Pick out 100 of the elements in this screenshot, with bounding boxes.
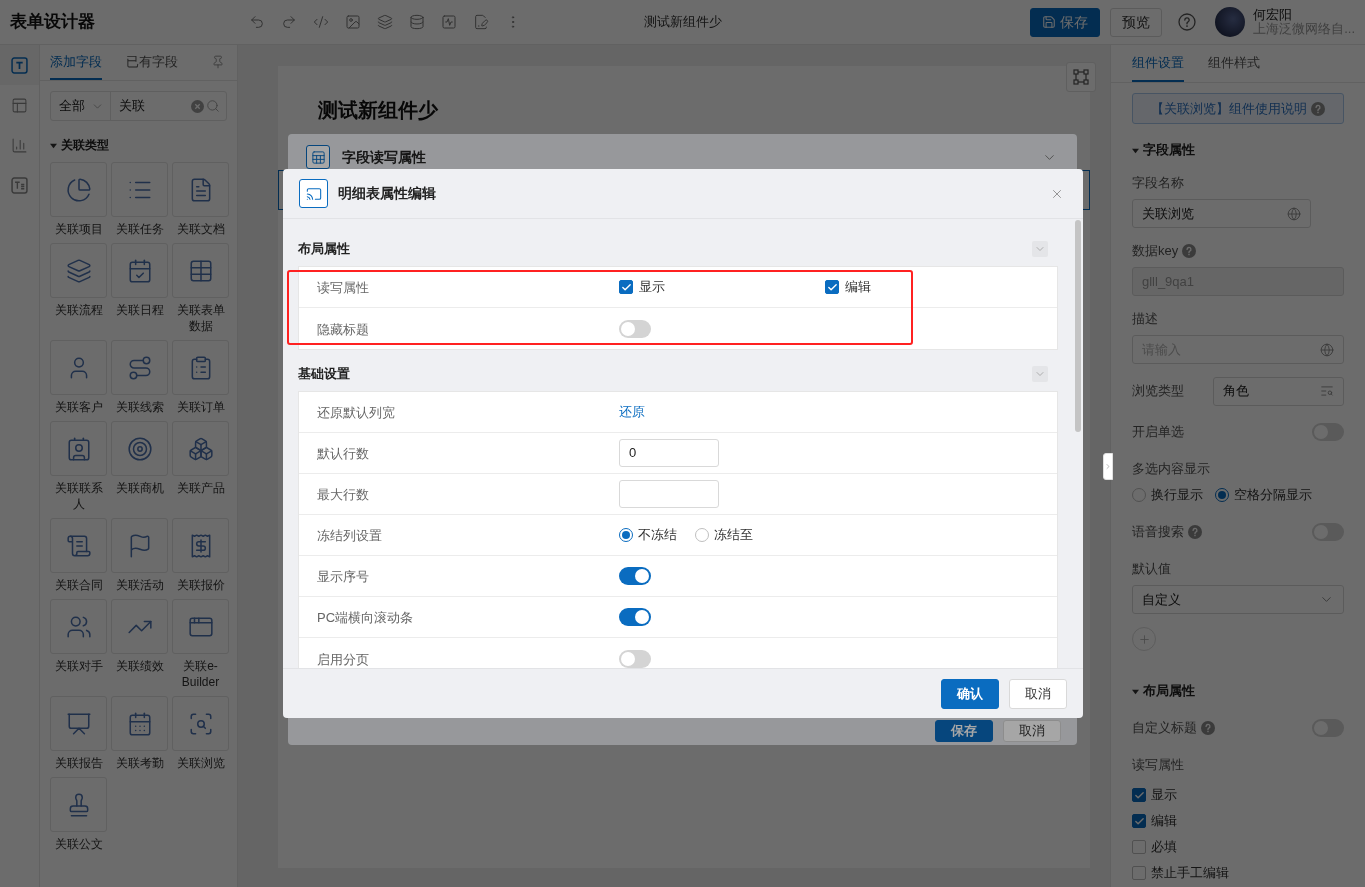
field-type-tile[interactable] — [111, 162, 168, 217]
number-input[interactable] — [619, 480, 719, 508]
cancel-button[interactable]: 取消 — [1009, 678, 1067, 709]
search-icon[interactable] — [206, 99, 220, 113]
field-type-tile[interactable] — [50, 421, 107, 476]
field-type-tile[interactable] — [50, 777, 107, 832]
field-type-tile[interactable] — [111, 243, 168, 298]
field-type-tile[interactable] — [50, 340, 107, 395]
radio-label[interactable]: 空格分隔显示 — [1234, 485, 1312, 505]
help-icon[interactable] — [1311, 101, 1325, 116]
checkbox[interactable] — [619, 280, 633, 294]
radio-button[interactable] — [695, 528, 709, 542]
field-type-tile[interactable] — [50, 162, 107, 217]
checkbox[interactable] — [825, 280, 839, 294]
add-button[interactable] — [1132, 627, 1156, 651]
number-input[interactable]: 0 — [619, 439, 719, 467]
panel-tab[interactable]: 已有字段 — [126, 45, 178, 80]
image-icon[interactable] — [345, 14, 361, 30]
radio-label[interactable]: 不冻结 — [638, 525, 677, 545]
caret-icon[interactable] — [1132, 146, 1139, 154]
default-value-select[interactable]: 自定义 — [1132, 585, 1344, 614]
field-type-tile[interactable] — [172, 421, 229, 476]
radio-label[interactable]: 冻结至 — [714, 525, 753, 545]
undo-icon[interactable] — [249, 14, 265, 30]
checkbox[interactable] — [1132, 788, 1146, 802]
radio-button[interactable] — [1215, 488, 1229, 502]
field-type-tile[interactable] — [172, 340, 229, 395]
cancel-button[interactable]: 取消 — [1003, 720, 1061, 742]
checkbox[interactable] — [1132, 814, 1146, 828]
field-type-tile[interactable] — [50, 243, 107, 298]
help-icon[interactable] — [1182, 244, 1197, 258]
clear-icon[interactable] — [191, 99, 204, 113]
list-search-icon[interactable] — [1320, 384, 1334, 398]
panel-tab[interactable]: 添加字段 — [50, 45, 102, 80]
scope-select[interactable]: 全部 — [51, 92, 111, 120]
radio-button[interactable] — [619, 528, 633, 542]
text-format-icon — [11, 176, 28, 194]
field-type-tile[interactable] — [172, 696, 229, 751]
field-type-tile[interactable] — [111, 518, 168, 573]
field-type-tile[interactable] — [111, 421, 168, 476]
browse-picker[interactable]: 角色 — [1213, 376, 1344, 406]
collapse-button[interactable] — [1032, 366, 1048, 382]
field-type-tile[interactable] — [111, 340, 168, 395]
collapse-button[interactable] — [1032, 241, 1048, 257]
help-icon[interactable] — [1178, 13, 1197, 31]
code-icon[interactable] — [313, 14, 329, 30]
caret-icon[interactable] — [1132, 687, 1139, 695]
field-type-tile[interactable] — [50, 599, 107, 654]
field-type-tile[interactable] — [50, 696, 107, 751]
field-type-tile[interactable] — [111, 599, 168, 654]
edit-document-icon[interactable] — [473, 14, 489, 30]
checkbox[interactable] — [1132, 866, 1146, 880]
preview-button[interactable]: 预览 — [1110, 7, 1163, 37]
usage-guide-link[interactable]: 【关联浏览】组件使用说明 — [1132, 93, 1344, 124]
settings-tab[interactable]: 组件样式 — [1208, 45, 1260, 82]
activity-chart-icon[interactable] — [441, 14, 457, 30]
checkbox-label[interactable]: 禁止手工编辑 — [1151, 863, 1229, 883]
transform-button[interactable] — [1066, 62, 1096, 92]
text-input[interactable]: 关联浏览 — [1132, 199, 1311, 228]
settings-tab[interactable]: 组件设置 — [1132, 45, 1184, 82]
save-icon — [1042, 15, 1057, 29]
toggle-switch[interactable] — [619, 608, 651, 626]
caret-icon[interactable] — [50, 141, 57, 149]
checkbox-label[interactable]: 显示 — [1151, 785, 1177, 805]
layers-icon[interactable] — [377, 14, 393, 30]
avatar[interactable] — [1215, 7, 1246, 37]
help-icon[interactable] — [1188, 525, 1202, 539]
field-type-tile[interactable] — [172, 162, 229, 217]
database-icon[interactable] — [409, 14, 425, 30]
field-type-label: 关联文档 — [175, 221, 226, 237]
confirm-button[interactable]: 确认 — [941, 678, 999, 709]
pin-icon[interactable] — [211, 55, 225, 69]
panel-collapse-handle[interactable] — [1103, 453, 1113, 480]
search-field[interactable]: 关联 — [111, 92, 226, 120]
scrollbar-thumb[interactable] — [1075, 220, 1081, 432]
checkbox-label[interactable]: 编辑 — [1151, 811, 1177, 831]
radio-button[interactable] — [1132, 488, 1146, 502]
checkbox-label[interactable]: 编辑 — [845, 277, 871, 297]
checkbox[interactable] — [1132, 840, 1146, 854]
field-type-tile[interactable] — [172, 518, 229, 573]
checkbox-label[interactable]: 显示 — [639, 277, 665, 297]
save-button[interactable]: 保存 — [935, 720, 993, 742]
toggle-switch[interactable] — [619, 319, 651, 338]
field-type-tile[interactable] — [50, 518, 107, 573]
save-button[interactable]: 保存 — [1030, 7, 1101, 37]
redo-icon[interactable] — [281, 14, 297, 30]
toggle-switch[interactable] — [619, 649, 651, 668]
toggle-switch[interactable] — [619, 567, 651, 585]
field-type-tile[interactable] — [172, 243, 229, 298]
globe-icon[interactable] — [1287, 206, 1301, 221]
globe-icon[interactable] — [1320, 342, 1334, 357]
group-title: 关联类型 — [61, 137, 109, 154]
row-label: 显示序号 — [317, 569, 369, 584]
restore-link[interactable]: 还原 — [619, 402, 645, 422]
field-type-tile[interactable] — [172, 599, 229, 654]
field-type-label: 关联e-Builder — [180, 658, 221, 690]
checkbox-label[interactable]: 必填 — [1151, 837, 1177, 857]
field-type-tile[interactable] — [111, 696, 168, 751]
radio-label[interactable]: 换行显示 — [1151, 485, 1203, 505]
help-icon[interactable] — [1201, 721, 1215, 735]
